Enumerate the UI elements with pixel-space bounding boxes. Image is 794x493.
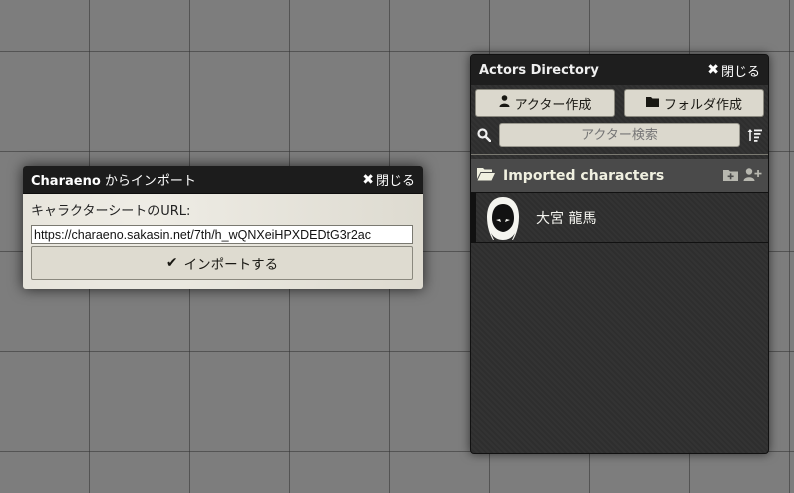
actor-search-input[interactable] [498, 123, 741, 147]
import-button[interactable]: ✔ インポートする [31, 246, 413, 280]
create-folder-label: フォルダ作成 [663, 97, 742, 113]
create-actor-button[interactable]: アクター作成 [475, 89, 615, 117]
actors-directory-title: Actors Directory [479, 62, 599, 78]
folder-plus-icon[interactable] [723, 166, 738, 185]
folder-actions [723, 166, 762, 185]
charaeno-import-dialog: Charaeno からインポート ✖ 閉じる キャラクターシートのURL: ✔ … [23, 166, 423, 289]
dialog-close-label: 閉じる [375, 174, 415, 189]
create-actor-label: アクター作成 [514, 97, 592, 113]
actor-name: 大宮 龍馬 [536, 210, 597, 227]
dialog-title: Charaeno からインポート [31, 170, 362, 189]
dialog-title-main: Charaeno [31, 174, 101, 189]
search-row [471, 117, 768, 148]
dialog-title-sub: からインポート [100, 174, 196, 189]
actors-directory-header[interactable]: Actors Directory ✖ 閉じる [471, 55, 768, 85]
actors-directory-close-label: 閉じる [720, 64, 760, 80]
folder-icon [645, 96, 659, 111]
dialog-close-button[interactable]: ✖ 閉じる [362, 170, 415, 190]
dialog-body: キャラクターシートのURL: ✔ インポートする [23, 194, 423, 280]
sort-icon[interactable] [746, 128, 764, 142]
folder-name: Imported characters [503, 167, 665, 184]
search-icon [475, 128, 493, 142]
url-input[interactable] [31, 225, 413, 244]
actor-list-item[interactable]: 大宮 龍馬 [471, 193, 768, 243]
close-icon: ✖ [362, 171, 374, 188]
close-icon: ✖ [707, 62, 719, 78]
dialog-header[interactable]: Charaeno からインポート ✖ 閉じる [23, 166, 423, 194]
hooded-figure-icon [484, 195, 522, 241]
actors-directory: Actors Directory ✖ 閉じる アクター作成 フォルダ作成 アクタ… [470, 54, 769, 454]
folder-header-imported-characters[interactable]: Imported characters [471, 159, 768, 193]
header-divider [471, 154, 768, 155]
url-label: キャラクターシートのURL: [31, 204, 191, 219]
actors-directory-close-button[interactable]: ✖ 閉じる [707, 61, 760, 80]
user-icon [499, 95, 510, 111]
create-folder-button[interactable]: フォルダ作成 [624, 89, 764, 117]
directory-header-actions: アクター作成 フォルダ作成 [471, 85, 768, 117]
user-plus-icon[interactable] [743, 166, 762, 185]
check-icon: ✔ [165, 255, 178, 271]
folder-open-icon [477, 166, 495, 185]
import-button-label: インポートする [183, 257, 279, 273]
